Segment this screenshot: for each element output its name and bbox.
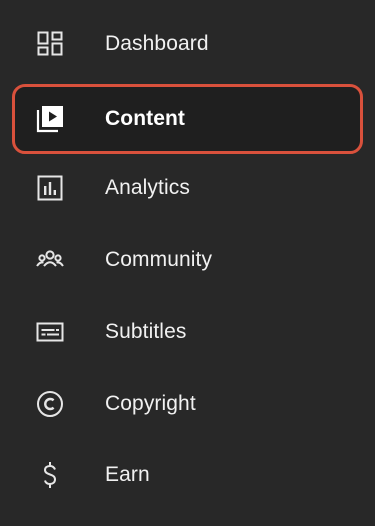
sidebar-item-copyright[interactable]: Copyright [12,372,363,436]
copyright-icon [35,389,65,419]
dashboard-icon [35,29,65,59]
sidebar-item-community[interactable]: Community [12,228,363,292]
sidebar-item-subtitles[interactable]: Subtitles [12,300,363,364]
sidebar-item-label: Dashboard [105,32,209,55]
community-icon [35,245,65,275]
subtitles-icon [35,317,65,347]
content-play-icon [35,104,65,134]
sidebar-item-label: Community [105,248,213,271]
sidebar-item-label: Content [105,107,186,130]
sidebar-item-label: Analytics [105,176,190,199]
analytics-icon [35,173,65,203]
sidebar-item-analytics[interactable]: Analytics [12,156,363,220]
sidebar-item-label: Subtitles [105,320,187,343]
sidebar-menu: Dashboard Content Analytics Community Su… [0,0,375,526]
dollar-icon [35,460,65,490]
sidebar-item-label: Copyright [105,392,196,415]
sidebar-item-label: Earn [105,463,150,486]
sidebar-item-content[interactable]: Content [12,84,363,154]
sidebar-item-dashboard[interactable]: Dashboard [12,12,363,76]
sidebar-item-earn[interactable]: Earn [12,443,363,507]
